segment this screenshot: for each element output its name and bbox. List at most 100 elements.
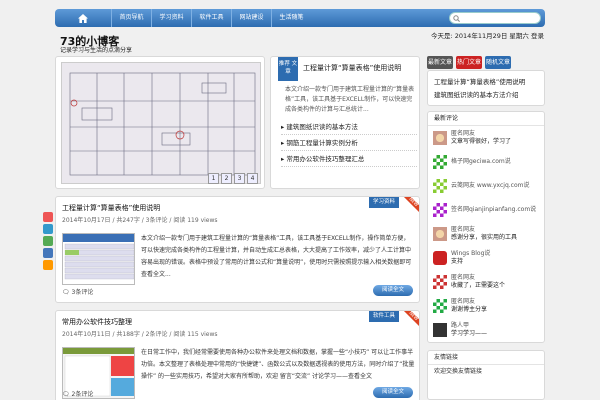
avatar <box>433 131 447 145</box>
featured-link[interactable]: ▸ 钢筋工程量计算实例分析 <box>281 135 417 151</box>
search-icon[interactable] <box>453 14 460 22</box>
sidebar-links: 友情链接 欢迎交换友情链接 <box>427 350 545 400</box>
comment-item[interactable]: 格子网geciwa.com说 <box>428 150 544 174</box>
sidebar-tabs: 最新文章 热门文章 随机文章 <box>427 56 511 69</box>
search-box <box>449 12 541 24</box>
post-category[interactable]: 软件工具 <box>369 311 399 322</box>
post-title[interactable]: 常用办公软件技巧整理 <box>62 317 132 327</box>
nav-item[interactable]: 软件工具 <box>191 9 231 27</box>
comment-item[interactable]: Wings Blog说 支持 <box>428 246 544 270</box>
post-comments-link[interactable]: 🗨 3条评论 <box>62 287 93 296</box>
date-login-line[interactable]: 今天是: 2014年11月29日 星期六 登录 <box>431 30 544 40</box>
comment-author: Wings Blog说 <box>451 250 491 257</box>
post-meta: 2014年10月17日 / 共247字 / 3条评论 / 阅读 119 view… <box>62 217 218 224</box>
featured-link-label: 常用办公软件技巧整理汇总 <box>286 155 365 163</box>
nav-item[interactable]: 学习资料 <box>151 9 191 27</box>
tab-hot[interactable]: 热门文章 <box>456 56 482 69</box>
comment-item[interactable]: 匿名网友 收藏了，正需要这个 <box>428 270 544 294</box>
tab-latest[interactable]: 最新文章 <box>427 56 453 69</box>
avatar <box>433 299 447 313</box>
post-comments-link[interactable]: 🗨 2条评论 <box>62 389 93 398</box>
comment-text: 学习学习—— <box>451 330 488 337</box>
comment-author: 签名网qianjinpianfang.com说 <box>451 206 537 213</box>
share-more-icon[interactable] <box>43 260 53 270</box>
sidebar-links-heading: 友情链接 <box>428 351 544 365</box>
renren-icon[interactable] <box>43 248 53 258</box>
comment-author: 格子网geciwa.com说 <box>451 158 511 165</box>
nav-item[interactable]: 网站建设 <box>231 9 271 27</box>
featured-link-label: 钢筋工程量计算实例分析 <box>286 139 358 147</box>
comment-item[interactable]: 匿名网友 感谢分享，很实用的工具 <box>428 222 544 246</box>
search-input[interactable] <box>460 15 530 21</box>
comment-text: 文章写得很好，学习了 <box>451 138 512 145</box>
top-nav: 首页导航 学习资料 软件工具 网站建设 生活随笔 <box>55 9 545 27</box>
post-excerpt: 本文介绍一款专门用于建筑工程量计算的“算量表格”工具，该工具基于EXCELL制作… <box>141 235 412 278</box>
page-root: { "nav": { "items": ["首页导航", "学习资料", "软件… <box>0 0 600 400</box>
post-meta: 2014年10月11日 / 共188字 / 2条评论 / 阅读 115 view… <box>62 331 218 338</box>
featured-panel: 推荐 文章 工程量计算“算量表格”使用说明 本文介绍一款专门用于建筑工程量计算的… <box>270 56 420 189</box>
share-rail <box>43 212 54 270</box>
sidebar-comments-heading: 最新评论 <box>428 112 544 126</box>
slider-page-button[interactable]: 1 <box>208 173 219 184</box>
slider-page-button[interactable]: 4 <box>247 173 258 184</box>
featured-link[interactable]: ▸ 常用办公软件技巧整理汇总 <box>281 151 417 167</box>
comment-author: 匿名网友 <box>451 274 476 281</box>
comment-text: 支持 <box>451 258 464 265</box>
home-icon[interactable] <box>55 9 111 27</box>
avatar <box>433 227 447 241</box>
avatar <box>433 323 447 337</box>
featured-description: 本文介绍一款专门用于建筑工程量计算的“算量表格”工具，该工具基于EXCELL制作… <box>285 86 415 113</box>
comment-author: 匿名网友 <box>451 298 476 305</box>
post-category[interactable]: 学习资料 <box>369 197 399 208</box>
read-more-button[interactable]: 阅读全文 <box>373 285 413 296</box>
featured-tag: 推荐 文章 <box>278 57 298 81</box>
nav-item[interactable]: 生活随笔 <box>271 9 311 27</box>
slide-image[interactable] <box>61 62 261 184</box>
new-ribbon: NEW <box>403 197 419 213</box>
comment-author: 云笺网友 www.yxcjq.com说 <box>451 182 530 189</box>
sidebar-link[interactable]: 欢迎交换友情链接 <box>428 365 544 379</box>
comment-item[interactable]: 签名网qianjinpianfang.com说 <box>428 198 544 222</box>
featured-links: ▸ 建筑图纸识读的基本方法 ▸ 钢筋工程量计算实例分析 ▸ 常用办公软件技巧整理… <box>281 119 417 167</box>
avatar <box>433 251 447 265</box>
sidebar-article-link[interactable]: 工程量计算“算量表格”使用说明 <box>428 71 544 89</box>
avatar <box>433 155 447 169</box>
comment-item[interactable]: 匿名网友 文章写得很好，学习了 <box>428 126 544 150</box>
slider-pager: 1 2 3 4 <box>208 173 258 184</box>
avatar <box>433 179 447 193</box>
comment-text: 谢谢博主分享 <box>451 306 488 313</box>
post-excerpt: 在日常工作中，我们经常需要使用各种办公软件来处理文档和数据，掌握一些“小技巧” … <box>141 349 415 380</box>
post-card: 工程量计算“算量表格”使用说明 2014年10月17日 / 共247字 / 3条… <box>55 196 420 303</box>
post-comments-label: 3条评论 <box>71 289 94 296</box>
nav-item[interactable]: 首页导航 <box>111 9 151 27</box>
comment-author: 匿名网友 <box>451 130 476 137</box>
post-comments-label: 2条评论 <box>71 391 94 398</box>
comment-text: 收藏了，正需要这个 <box>451 282 506 289</box>
comment-item[interactable]: 匿名网友 谢谢博主分享 <box>428 294 544 318</box>
comment-item[interactable]: 路人甲 学习学习—— <box>428 318 544 342</box>
site-subtitle: 记录学习与生活的点滴分享 <box>60 47 133 54</box>
slider-page-button[interactable]: 2 <box>221 173 232 184</box>
sidebar-comments: 最新评论 匿名网友 文章写得很好，学习了 格子网geciwa.com说 云笺网友 … <box>427 111 545 343</box>
read-more-button[interactable]: 阅读全文 <box>373 387 413 398</box>
post-card: 常用办公软件技巧整理 2014年10月11日 / 共188字 / 2条评论 / … <box>55 310 420 400</box>
tab-random[interactable]: 随机文章 <box>485 56 511 69</box>
wechat-icon[interactable] <box>43 236 53 246</box>
post-title[interactable]: 工程量计算“算量表格”使用说明 <box>62 203 160 213</box>
sidebar-article-list: 工程量计算“算量表格”使用说明 建筑图纸识读的基本方法介绍 <box>427 70 545 106</box>
weibo-icon[interactable] <box>43 212 53 222</box>
comment-author: 匿名网友 <box>451 226 476 233</box>
sidebar-article-link[interactable]: 建筑图纸识读的基本方法介绍 <box>428 89 544 102</box>
qzone-icon[interactable] <box>43 224 53 234</box>
comment-item[interactable]: 云笺网友 www.yxcjq.com说 <box>428 174 544 198</box>
post-thumbnail[interactable] <box>62 233 135 285</box>
avatar <box>433 203 447 217</box>
new-ribbon: NEW <box>403 311 419 327</box>
avatar <box>433 275 447 289</box>
new-ribbon-label: NEW <box>403 197 419 213</box>
featured-link-label: 建筑图纸识读的基本方法 <box>286 123 358 131</box>
featured-link[interactable]: ▸ 建筑图纸识读的基本方法 <box>281 119 417 135</box>
image-slider: 1 2 3 4 <box>55 56 265 189</box>
slider-page-button[interactable]: 3 <box>234 173 245 184</box>
featured-title[interactable]: 工程量计算“算量表格”使用说明 <box>303 63 401 73</box>
